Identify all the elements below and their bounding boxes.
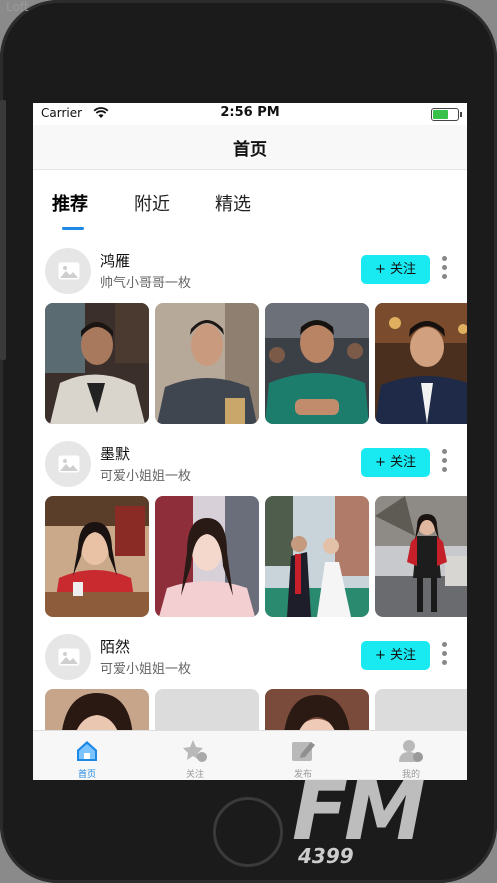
blank-photo[interactable] bbox=[375, 689, 467, 730]
blank-photo[interactable] bbox=[155, 689, 259, 730]
more-options-icon[interactable] bbox=[438, 449, 450, 477]
active-tab-indicator bbox=[62, 227, 84, 230]
image-placeholder-icon bbox=[58, 455, 80, 473]
girl-red-sweater-cafe-photo[interactable] bbox=[45, 496, 149, 617]
follow-button[interactable]: + 关注 bbox=[361, 641, 430, 670]
star-icon bbox=[183, 740, 207, 762]
tab-recommend[interactable]: 推荐 bbox=[52, 190, 88, 216]
navigation-bar: 首页 bbox=[33, 125, 467, 170]
username[interactable]: 鸿雁 bbox=[100, 250, 130, 271]
username[interactable]: 墨默 bbox=[100, 443, 130, 464]
girl-pink-top-photo[interactable] bbox=[155, 496, 259, 617]
status-bar: Carrier 2:56 PM bbox=[33, 103, 467, 125]
tab-featured[interactable]: 精选 bbox=[215, 190, 251, 216]
man-navy-suit-photo[interactable] bbox=[375, 303, 467, 424]
tabbar-item-home[interactable]: 首页 bbox=[33, 731, 141, 780]
post-card: 鸿雁 帅气小哥哥一枚 + 关注 bbox=[33, 232, 467, 425]
girl-selfie-2-photo[interactable] bbox=[265, 689, 369, 730]
tabbar-label: 首页 bbox=[77, 770, 96, 780]
battery-tip bbox=[460, 112, 462, 117]
clock: 2:56 PM bbox=[220, 105, 280, 120]
more-options-icon[interactable] bbox=[438, 642, 450, 670]
girl-selfie-photo[interactable] bbox=[45, 689, 149, 730]
more-options-icon[interactable] bbox=[438, 256, 450, 284]
avatar-placeholder[interactable] bbox=[45, 441, 91, 487]
tab-nearby[interactable]: 附近 bbox=[134, 190, 170, 216]
avatar-placeholder[interactable] bbox=[45, 634, 91, 680]
photo-strip[interactable] bbox=[45, 303, 467, 424]
page-title: 首页 bbox=[233, 140, 267, 160]
user-bio: 帅气小哥哥一枚 bbox=[100, 276, 192, 291]
image-placeholder-icon bbox=[58, 262, 80, 280]
app-screen: Carrier 2:56 PM 首页 推荐 附近 精选 鸿雁 帅气小哥哥一枚 +… bbox=[33, 103, 467, 780]
window-title-watermark: Loft bbox=[6, 0, 29, 14]
post-feed[interactable]: 鸿雁 帅气小哥哥一枚 + 关注 墨默 可爱小姐姐一枚 + 关注 陌然 可爱小姐姐… bbox=[33, 232, 467, 730]
user-bio: 可爱小姐姐一枚 bbox=[100, 662, 192, 677]
battery-level bbox=[433, 110, 448, 119]
follow-button[interactable]: + 关注 bbox=[361, 255, 430, 284]
post-card: 墨默 可爱小姐姐一枚 + 关注 bbox=[33, 425, 467, 618]
watermark-logo: FM 4399 bbox=[282, 764, 462, 868]
man-grey-sweater-photo[interactable] bbox=[155, 303, 259, 424]
photo-strip[interactable] bbox=[45, 496, 467, 617]
edit-icon bbox=[292, 742, 315, 761]
home-button[interactable] bbox=[213, 797, 283, 867]
photo-strip[interactable] bbox=[45, 689, 467, 730]
tabbar-label: 关注 bbox=[185, 770, 204, 780]
home-icon bbox=[77, 741, 97, 761]
post-card: 陌然 可爱小姐姐一枚 + 关注 bbox=[33, 618, 467, 730]
watermark-number: 4399 bbox=[298, 844, 354, 868]
avatar-placeholder[interactable] bbox=[45, 248, 91, 294]
category-tabs: 推荐 附近 精选 bbox=[33, 170, 467, 232]
user-bio: 可爱小姐姐一枚 bbox=[100, 469, 192, 484]
username[interactable]: 陌然 bbox=[100, 636, 130, 657]
man-white-jacket-photo[interactable] bbox=[45, 303, 149, 424]
tabbar-item-follow[interactable]: 关注 bbox=[141, 731, 249, 780]
phone-side-button bbox=[0, 100, 6, 360]
follow-button[interactable]: + 关注 bbox=[361, 448, 430, 477]
girl-red-jacket-street-photo[interactable] bbox=[375, 496, 467, 617]
wedding-couple-photo[interactable] bbox=[265, 496, 369, 617]
battery-icon bbox=[431, 108, 462, 121]
image-placeholder-icon bbox=[58, 648, 80, 666]
man-green-shirt-photo[interactable] bbox=[265, 303, 369, 424]
user-icon bbox=[399, 740, 423, 762]
